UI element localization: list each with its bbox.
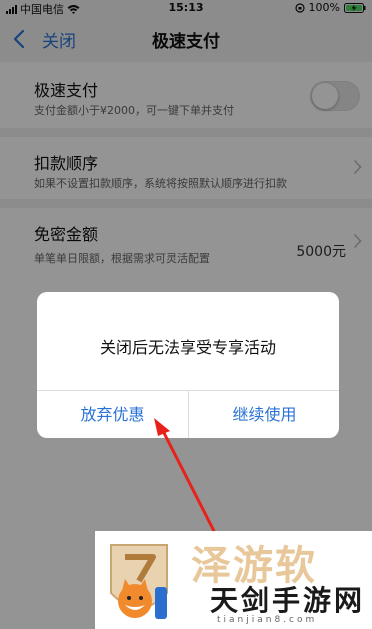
watermark-site-name: 天剑手游网 — [210, 584, 366, 617]
watermark-banner: 泽游软 天剑手游网 tianjian8.com — [95, 531, 372, 629]
site-logo-icon — [110, 544, 168, 619]
dialog-message: 关闭后无法享受专享活动 — [99, 338, 276, 357]
give-up-offer-button[interactable]: 放弃优惠 — [37, 391, 188, 438]
watermark-domain: tianjian8.com — [217, 615, 318, 625]
confirm-dialog: 关闭后无法享受专享活动 放弃优惠 继续使用 — [37, 292, 339, 438]
continue-using-button[interactable]: 继续使用 — [189, 391, 339, 438]
